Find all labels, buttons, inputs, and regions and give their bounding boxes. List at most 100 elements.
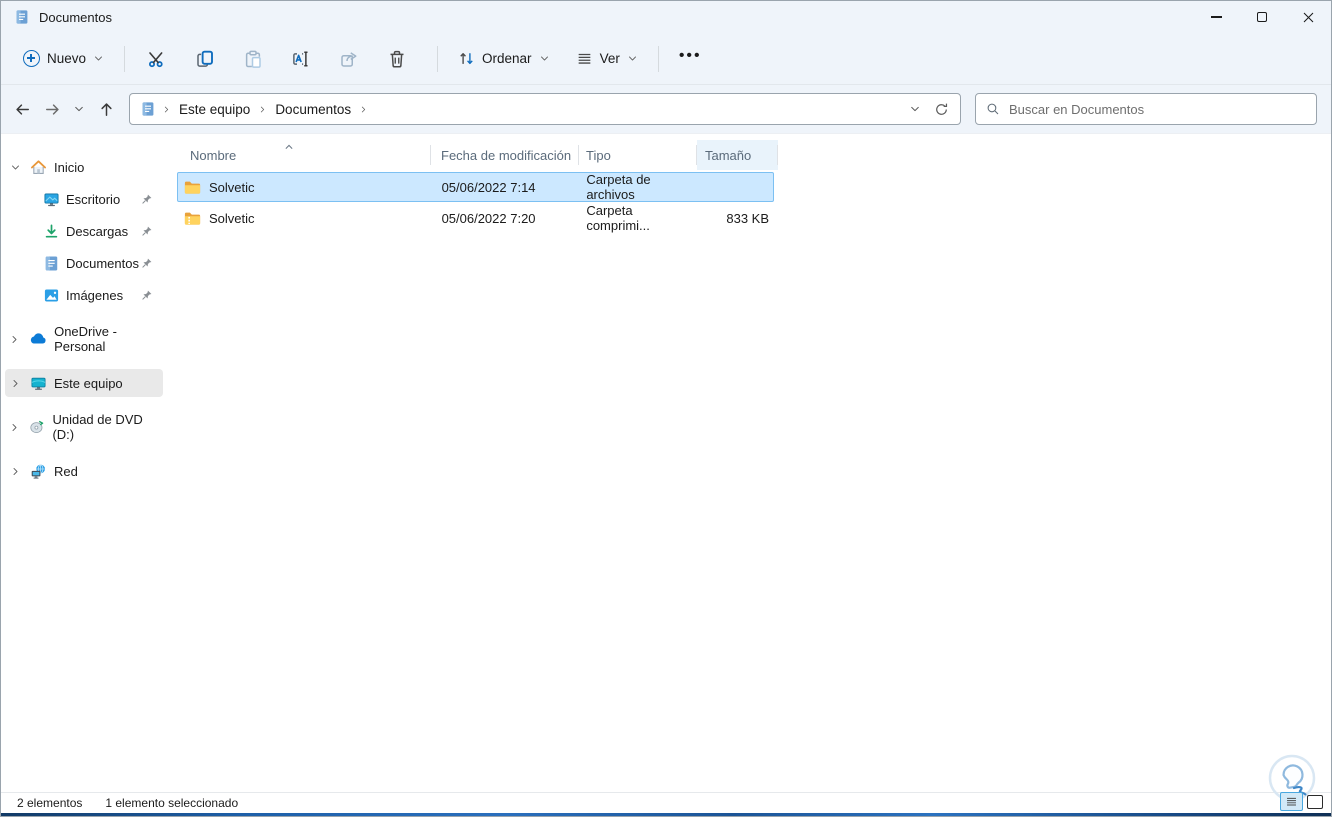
large-icons-view-toggle[interactable] <box>1307 794 1323 809</box>
arrow-left-icon <box>14 101 31 118</box>
toolbar-separator <box>124 45 126 72</box>
file-size: 833 KB <box>726 210 770 226</box>
file-row-solvetic-folder[interactable]: Solvetic 05/06/2022 7:14 Carpeta de arch… <box>177 172 774 202</box>
chevron-down-icon[interactable] <box>9 162 21 173</box>
column-header-nombre[interactable]: Nombre <box>177 140 431 170</box>
close-icon <box>1301 10 1316 25</box>
refresh-icon <box>934 102 949 117</box>
file-date: 05/06/2022 7:20 <box>441 210 536 226</box>
file-explorer-window: Documentos Nuevo Ordenar Ver ••• Este eq… <box>0 0 1332 817</box>
content-area: Inicio Escritorio Descargas Documentos I… <box>1 134 1331 792</box>
zip-folder-icon <box>183 209 202 228</box>
sort-button[interactable]: Ordenar <box>450 44 558 73</box>
share-icon <box>339 49 359 69</box>
sidebar-item-label: Unidad de DVD (D:) <box>52 412 143 442</box>
chevron-down-icon <box>539 53 550 64</box>
copy-icon <box>195 49 215 69</box>
new-button[interactable]: Nuevo <box>15 44 112 73</box>
file-list-area: Nombre Fecha de modificación Tipo Tamaño… <box>167 134 1331 792</box>
file-name: Solvetic <box>209 179 255 195</box>
sidebar-item-onedrive[interactable]: OneDrive - Personal <box>5 324 163 354</box>
sort-icon <box>458 50 475 67</box>
chevron-right-icon[interactable] <box>9 422 20 433</box>
sidebar-item-documentos[interactable]: Documentos <box>5 249 163 277</box>
close-button[interactable] <box>1285 1 1331 33</box>
chevron-right-icon[interactable] <box>9 466 21 477</box>
network-icon <box>30 463 47 480</box>
rename-icon <box>291 49 311 69</box>
breadcrumb-chevron-icon <box>258 105 267 114</box>
copy-button[interactable] <box>185 41 225 77</box>
ellipsis-icon: ••• <box>678 46 702 64</box>
toolbar-separator <box>437 45 439 72</box>
share-button[interactable] <box>329 41 369 77</box>
sidebar-item-dvd-drive[interactable]: Unidad de DVD (D:) <box>5 412 163 442</box>
chevron-right-icon[interactable] <box>9 378 21 389</box>
sidebar-item-label: Documentos <box>66 255 139 271</box>
pin-icon <box>141 193 153 205</box>
chevron-down-icon <box>627 53 638 64</box>
chevron-down-icon <box>93 53 104 64</box>
sidebar-item-red[interactable]: Red <box>5 457 163 485</box>
items-count: 2 elementos <box>17 796 83 810</box>
maximize-icon <box>1257 12 1267 22</box>
breadcrumb-documentos[interactable]: Documentos <box>273 102 353 117</box>
view-button[interactable]: Ver <box>568 44 646 73</box>
arrow-up-icon <box>98 101 115 118</box>
desktop-edge-strip <box>1 813 1331 816</box>
breadcrumb-chevron-icon <box>162 105 171 114</box>
sidebar-item-este-equipo[interactable]: Este equipo <box>5 369 163 397</box>
column-header-tipo[interactable]: Tipo <box>579 140 697 170</box>
column-header-fecha[interactable]: Fecha de modificación <box>431 140 579 170</box>
file-type: Carpeta de archivos <box>586 172 651 202</box>
sidebar-item-label: OneDrive - Personal <box>54 324 117 354</box>
up-button[interactable] <box>91 94 121 124</box>
sidebar-item-label: Imágenes <box>66 287 124 303</box>
cut-button[interactable] <box>137 41 177 77</box>
sidebar-item-inicio[interactable]: Inicio <box>5 153 163 181</box>
delete-button[interactable] <box>377 41 417 77</box>
refresh-button[interactable] <box>928 96 954 122</box>
back-button[interactable] <box>7 94 37 124</box>
folder-icon <box>183 178 202 197</box>
details-view-toggle[interactable] <box>1280 792 1303 811</box>
file-type: Carpeta comprimi... <box>586 203 650 233</box>
forward-button[interactable] <box>37 94 67 124</box>
recent-locations-button[interactable] <box>67 94 91 124</box>
sidebar-item-escritorio[interactable]: Escritorio <box>5 185 163 213</box>
sidebar-item-label: Descargas <box>66 223 129 239</box>
chevron-right-icon[interactable] <box>9 334 20 345</box>
breadcrumb-este-equipo[interactable]: Este equipo <box>177 102 252 117</box>
cut-icon <box>147 49 167 69</box>
maximize-button[interactable] <box>1239 1 1285 33</box>
new-button-label: Nuevo <box>47 51 87 66</box>
sidebar-item-label: Red <box>54 463 78 479</box>
sort-button-label: Ordenar <box>482 51 532 66</box>
file-row-solvetic-zip[interactable]: Solvetic 05/06/2022 7:20 Carpeta comprim… <box>177 203 774 233</box>
minimize-icon <box>1210 16 1222 18</box>
window-title: Documentos <box>39 9 112 25</box>
address-bar[interactable]: Este equipo Documentos <box>129 93 961 125</box>
search-icon <box>986 102 1000 116</box>
navigation-pane: Inicio Escritorio Descargas Documentos I… <box>1 134 167 792</box>
search-input[interactable] <box>1009 101 1308 117</box>
details-view-icon <box>1285 795 1298 808</box>
paste-button[interactable] <box>233 41 273 77</box>
arrow-right-icon <box>44 101 61 118</box>
minimize-button[interactable] <box>1193 1 1239 33</box>
view-button-label: Ver <box>599 51 620 66</box>
sidebar-item-descargas[interactable]: Descargas <box>5 217 163 245</box>
pin-icon <box>141 225 153 237</box>
home-icon <box>30 159 47 176</box>
column-header-tamano[interactable]: Tamaño <box>697 140 778 170</box>
more-options-button[interactable]: ••• <box>671 41 710 77</box>
address-dropdown-button[interactable] <box>902 96 928 122</box>
desktop-icon <box>43 191 60 208</box>
rename-button[interactable] <box>281 41 321 77</box>
column-headers: Nombre Fecha de modificación Tipo Tamaño <box>177 140 1331 170</box>
document-icon <box>14 9 30 25</box>
file-name: Solvetic <box>209 210 255 226</box>
download-icon <box>43 223 60 240</box>
search-box[interactable] <box>975 93 1317 125</box>
sidebar-item-imagenes[interactable]: Imágenes <box>5 281 163 309</box>
